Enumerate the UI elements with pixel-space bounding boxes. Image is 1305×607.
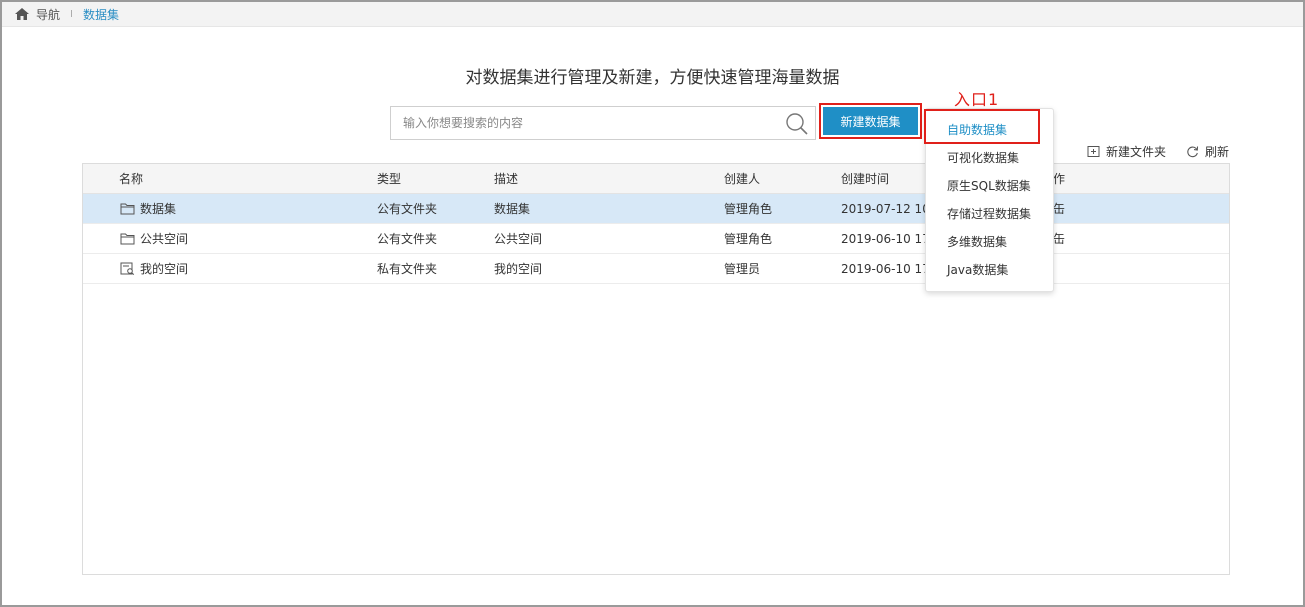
- row-creator: 管理角色: [724, 232, 773, 246]
- row-creator: 管理角色: [724, 202, 773, 216]
- column-header-time[interactable]: 创建时间: [841, 164, 889, 194]
- page-title: 对数据集进行管理及新建，方便快速管理海量数据: [465, 68, 840, 88]
- row-time: 2019-06-10 17: [841, 262, 930, 276]
- row-time: 2019-06-10 17: [841, 232, 930, 246]
- table-row[interactable]: 我的空间 私有文件夹 我的空间 管理员 2019-06-10 17: [83, 254, 1229, 284]
- private-folder-icon: [120, 262, 135, 275]
- folder-icon: [120, 202, 135, 215]
- table-row[interactable]: 公共空间 公有文件夹 公共空间 管理角色 2019-06-10 17 缶: [83, 224, 1229, 254]
- new-folder-label: 新建文件夹: [1106, 144, 1167, 159]
- new-dataset-button[interactable]: 新建数据集: [823, 107, 918, 135]
- add-folder-icon: [1087, 145, 1100, 158]
- folder-icon: [120, 232, 135, 245]
- menu-item-java-dataset[interactable]: Java数据集: [926, 256, 1053, 284]
- breadcrumb-current[interactable]: 数据集: [83, 6, 119, 23]
- table-row[interactable]: 数据集 公有文件夹 数据集 管理角色 2019-07-12 10 缶: [83, 194, 1229, 224]
- dropdown-caret-icon: [913, 118, 918, 126]
- breadcrumb: 导航 I 数据集: [2, 2, 1303, 27]
- refresh-label: 刷新: [1205, 144, 1230, 159]
- column-header-actions[interactable]: 作: [1053, 164, 1065, 194]
- column-header-type[interactable]: 类型: [377, 164, 401, 194]
- nav-home-link[interactable]: 导航: [36, 6, 60, 23]
- row-desc: 公共空间: [494, 232, 543, 246]
- home-icon[interactable]: [14, 7, 30, 21]
- row-name[interactable]: 我的空间: [140, 254, 188, 284]
- row-name[interactable]: 数据集: [140, 194, 176, 224]
- menu-item-sql-dataset[interactable]: 原生SQL数据集: [926, 172, 1053, 200]
- menu-item-visual-dataset[interactable]: 可视化数据集: [926, 144, 1053, 172]
- table-header: 名称 类型 描述 创建人 创建时间 作: [83, 164, 1229, 194]
- column-header-creator[interactable]: 创建人: [724, 164, 760, 194]
- search-input[interactable]: [391, 107, 771, 139]
- menu-item-stored-procedure-dataset[interactable]: 存储过程数据集: [926, 200, 1053, 228]
- row-type: 私有文件夹: [377, 262, 438, 276]
- row-creator: 管理员: [724, 262, 761, 276]
- refresh-icon: [1186, 145, 1199, 158]
- menu-item-highlight: [924, 109, 1040, 144]
- row-desc: 我的空间: [494, 262, 543, 276]
- refresh-button[interactable]: 刷新: [1186, 142, 1229, 160]
- dataset-table: 名称 类型 描述 创建人 创建时间 作 数据集 公有文件夹 数据集 管理角色 2…: [82, 163, 1230, 575]
- new-folder-button[interactable]: 新建文件夹: [1087, 142, 1166, 160]
- search-box: [390, 106, 816, 140]
- menu-item-multidimensional-dataset[interactable]: 多维数据集: [926, 228, 1053, 256]
- row-desc: 数据集: [494, 202, 531, 216]
- row-action[interactable]: 缶: [1053, 194, 1065, 224]
- row-type: 公有文件夹: [377, 232, 438, 246]
- entry-annotation: 入口1: [954, 90, 1000, 109]
- row-name[interactable]: 公共空间: [140, 224, 188, 254]
- row-type: 公有文件夹: [377, 202, 438, 216]
- search-icon[interactable]: [785, 112, 809, 136]
- row-time: 2019-07-12 10: [841, 202, 930, 216]
- breadcrumb-separator: I: [70, 8, 73, 20]
- column-header-desc[interactable]: 描述: [494, 164, 518, 194]
- new-dataset-highlight: 新建数据集: [819, 103, 922, 139]
- row-action[interactable]: 缶: [1053, 224, 1065, 254]
- column-header-name[interactable]: 名称: [119, 164, 143, 194]
